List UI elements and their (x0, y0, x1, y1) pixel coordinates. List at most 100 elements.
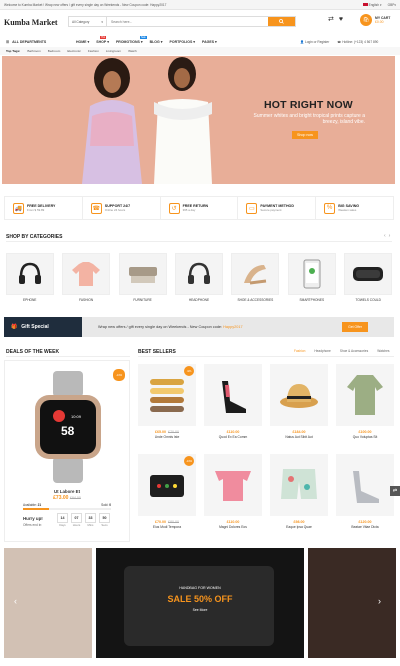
vr-headset-icon (344, 252, 393, 295)
banner-link[interactable]: See More (96, 608, 304, 612)
tab-headphone[interactable]: Headphone (314, 349, 330, 353)
product-name[interactable]: Quo Voluptas Sit (336, 435, 394, 439)
category-item[interactable]: EPHONE (4, 252, 55, 302)
hero-subtitle: Summer whites and bright tropical prints… (253, 113, 365, 125)
ottoman-icon (118, 252, 167, 295)
product-card[interactable]: £110.00 Magni Dolores Eos (204, 454, 262, 542)
shop-now-button[interactable]: Shop now (292, 131, 318, 139)
category-item[interactable]: FURNITURE (117, 252, 168, 302)
watch-reading: 58 (61, 424, 75, 438)
feature-item: 🚚 FREE DELIVERY From $ 59.89 (5, 197, 83, 219)
product-name[interactable]: Eius Modi Tempora (138, 525, 196, 529)
hat-image (270, 364, 328, 426)
tag-link[interactable]: Bathroom (27, 49, 40, 53)
heels-image (336, 454, 394, 516)
tab-watches[interactable]: Watches (377, 349, 389, 353)
tab-shoe-accessories[interactable]: Shoe & Accessories (340, 349, 368, 353)
product-card[interactable]: £110.00 Quod Ex Ea Comm (204, 364, 262, 452)
top-tags: Top Tags: Bathroom Bedroom Electronic Fa… (0, 47, 400, 55)
category-item[interactable]: HEADPHONE (173, 252, 224, 302)
chevron-left-icon[interactable]: ‹ (384, 233, 386, 239)
product-name[interactable]: Magni Dolores Eos (204, 525, 262, 529)
wishlist-icon[interactable]: ♥ (339, 16, 343, 23)
product-name[interactable]: Unde Omnis Iste (138, 435, 196, 439)
tag-link[interactable]: Electronic (67, 49, 81, 53)
tag-link[interactable]: Watch (128, 49, 137, 53)
language-select[interactable]: English ▾ (362, 3, 382, 7)
product-name[interactable]: Eaque Ipsa Quae (270, 525, 328, 529)
deals-title: DEALS OF THE WEEK (6, 349, 60, 355)
category-item[interactable]: TOWELS COULD (343, 252, 394, 302)
banner-left[interactable] (4, 548, 92, 658)
compare-float-icon[interactable]: ⇄ (390, 486, 400, 496)
chevron-right-icon[interactable]: › (389, 233, 391, 239)
search-bar: All Category ▾ (68, 16, 296, 27)
clutch-image: -13% (138, 454, 196, 516)
cart-button[interactable]: 🛍 MY CART £0.00 (360, 14, 390, 26)
category-nav: ‹ › (384, 233, 390, 239)
nav-blog[interactable]: BLOG ▾ (150, 40, 163, 44)
deal-card[interactable]: -13% 10:09 58 Ut Labore Et £73.00 £84.00… (4, 360, 130, 542)
chevron-down-icon: ▾ (107, 39, 109, 44)
coupon-code: Happy2017 (223, 325, 243, 329)
product-card[interactable]: -13% £70.00 £80.00 Eius Modi Tempora (138, 454, 196, 542)
headphone-icon (5, 252, 54, 295)
compare-icon[interactable]: ⇄ (328, 15, 334, 23)
top-image (204, 454, 262, 516)
card-icon: ▭ (246, 202, 258, 214)
nav-promotions[interactable]: PROMOTIONS ▾ Sale (116, 35, 147, 44)
login-link[interactable]: 👤 Login or Register (300, 40, 329, 44)
currency-select[interactable]: GBP ▾ (388, 3, 396, 7)
stock-progress (23, 508, 111, 510)
header-icons: ⇄ ♥ (328, 15, 343, 24)
banner-kicker: HANDBAG FOR WOMEN (179, 586, 221, 590)
search-input[interactable] (107, 17, 268, 26)
get-offer-button[interactable]: Get Offer (342, 322, 368, 332)
product-name[interactable]: Beatae Vitae Dicta (336, 525, 394, 529)
tag-link[interactable]: Bedroom (48, 49, 61, 53)
category-item[interactable]: SMARTPHONES (286, 252, 337, 302)
chevron-down-icon: ▾ (140, 39, 143, 44)
product-card[interactable]: £184.00 Natus Aut Sibit Aut (270, 364, 328, 452)
nav-portfolios[interactable]: PORTFOLIOS ▾ (170, 40, 196, 44)
gift-special-label: 🎁 Gift Special (4, 317, 82, 337)
countdown: 14 Days 07 Hours 33 Mins 50 Secs (57, 513, 110, 527)
deal-name[interactable]: Ut Labore Et (5, 489, 129, 494)
tab-fashion[interactable]: Fashion (294, 349, 305, 353)
product-card[interactable]: £100.00 Quo Voluptas Sit (336, 364, 394, 452)
banner-right[interactable] (308, 548, 396, 658)
heels-image (204, 364, 262, 426)
belts-image: -9% (138, 364, 196, 426)
category-list: EPHONE FASHION FURNITURE HEADPHONE SHOE … (4, 250, 394, 304)
nav-home[interactable]: HOME ▾ (76, 40, 89, 44)
headphone-icon (174, 252, 223, 295)
search-button[interactable] (268, 17, 295, 26)
product-name[interactable]: Quod Ex Ea Comm (204, 435, 262, 439)
tag-link[interactable]: Livingroom (106, 49, 121, 53)
flag-icon (362, 3, 368, 6)
saving-icon: % (324, 202, 336, 214)
category-select[interactable]: All Category ▾ (69, 17, 107, 26)
category-item[interactable]: FASHION (60, 252, 111, 302)
hurry-text: Hurry up! (23, 516, 43, 521)
product-card[interactable]: -9% £65.00 £70.00 Unde Omnis Iste (138, 364, 196, 452)
product-name[interactable]: Natus Aut Sibit Aut (270, 435, 328, 439)
hero-slider[interactable]: HOT RIGHT NOW Summer whites and bright t… (2, 56, 395, 184)
all-departments[interactable]: ☰ ALL DEPARTMENTS (0, 36, 62, 47)
chevron-left-icon[interactable]: ‹ (14, 596, 17, 606)
chevron-down-icon: ▾ (87, 39, 90, 44)
shorts-image (270, 454, 328, 516)
banner-center[interactable]: HANDBAG FOR WOMEN SALE 50% OFF See More (96, 548, 304, 658)
nav-pages[interactable]: PAGES ▾ (202, 40, 217, 44)
product-card[interactable]: £98.00 Eaque Ipsa Quae (270, 454, 328, 542)
tag-link[interactable]: Fashion (88, 49, 99, 53)
chevron-right-icon[interactable]: › (378, 596, 381, 606)
logo[interactable]: Kumba Market (4, 18, 58, 27)
product-card[interactable]: £120.00 Beatae Vitae Dicta (336, 454, 394, 542)
welcome-text: Welcome to Kumba Market ! Wrap new offer… (4, 2, 167, 7)
category-item[interactable]: SHOE & ACCESSORIES (230, 252, 281, 302)
smartphone-icon (287, 252, 336, 295)
nav-shop[interactable]: SHOP ▾ Hot (96, 35, 109, 44)
gift-icon: 🎁 (11, 324, 18, 330)
hot-badge: Hot (100, 35, 106, 39)
